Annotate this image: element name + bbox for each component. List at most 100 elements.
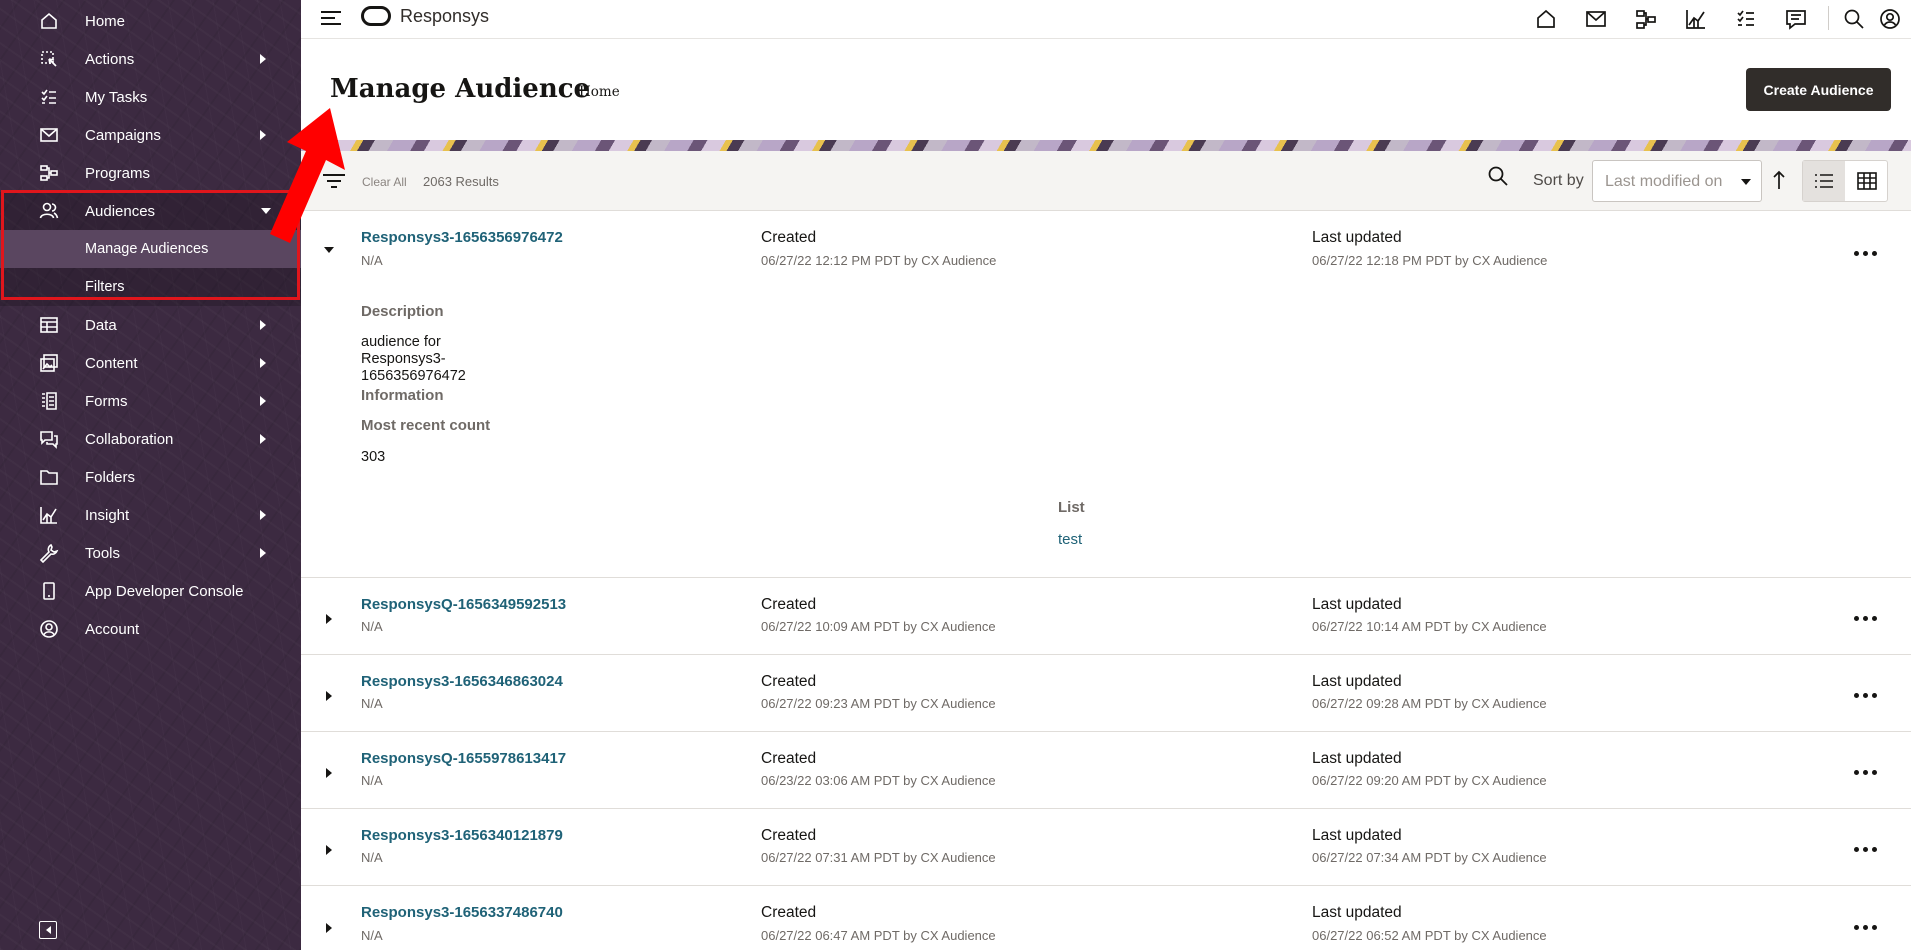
created-label: Created (761, 229, 817, 246)
updated-value: 06/27/22 09:28 AM PDT by CX Audience (1312, 696, 1547, 711)
sidebar-item-label: Collaboration (85, 430, 174, 448)
breadcrumb-home[interactable]: Home (579, 84, 620, 100)
sidebar-item-label: Content (85, 354, 138, 372)
sidebar-item-tools[interactable]: Tools (0, 534, 301, 572)
programs-icon (38, 162, 60, 184)
sidebar-item-label: Forms (85, 392, 128, 410)
chat-icon[interactable] (1783, 6, 1809, 32)
audience-subtext: N/A (361, 619, 383, 634)
more-options-icon[interactable] (1854, 250, 1878, 258)
list-link[interactable]: test (1058, 531, 1082, 548)
sidebar-item-programs[interactable]: Programs (0, 154, 301, 192)
home-icon[interactable] (1533, 6, 1559, 32)
user-avatar-icon[interactable] (1877, 6, 1903, 32)
list-item: Responsys3-1656340121879 N/A Created 06/… (301, 809, 1911, 886)
mail-icon[interactable] (1583, 6, 1609, 32)
chart-icon[interactable] (1683, 6, 1709, 32)
sidebar-item-label: Insight (85, 506, 130, 524)
audience-name-link[interactable]: ResponsysQ-1656349592513 (361, 596, 566, 613)
sidebar-item-actions[interactable]: Actions (0, 40, 301, 78)
results-count: 2063 Results (423, 174, 499, 189)
audience-name-link[interactable]: Responsys3-1656346863024 (361, 673, 563, 690)
list-view-icon[interactable] (1803, 161, 1845, 201)
audience-name-link[interactable]: Responsys3-1656356976472 (361, 229, 563, 246)
wrench-icon (38, 542, 60, 564)
sidebar-item-collaboration[interactable]: Collaboration (0, 420, 301, 458)
updated-label: Last updated (1312, 750, 1402, 767)
sort-select[interactable]: Last modified on (1592, 160, 1762, 202)
information-label: Information (361, 387, 444, 404)
sort-ascending-icon[interactable] (1771, 169, 1787, 191)
description-text: audience for Responsys3-1656356976472 (361, 334, 466, 384)
sidebar-item-account[interactable]: Account (0, 610, 301, 648)
search-icon[interactable] (1841, 6, 1867, 32)
sidebar-item-label: Actions (85, 50, 135, 68)
search-icon[interactable] (1487, 165, 1511, 189)
created-label: Created (761, 827, 817, 844)
sidebar-item-content[interactable]: Content (0, 344, 301, 382)
updated-value: 06/27/22 12:18 PM PDT by CX Audience (1312, 253, 1548, 268)
updated-label: Last updated (1312, 827, 1402, 844)
expand-row-icon[interactable] (326, 614, 332, 624)
updated-value: 06/27/22 07:34 AM PDT by CX Audience (1312, 850, 1547, 865)
table-icon (38, 314, 60, 336)
more-options-icon[interactable] (1854, 846, 1878, 854)
create-audience-button[interactable]: Create Audience (1746, 68, 1891, 111)
audience-subtext: N/A (361, 253, 383, 268)
sidebar-subitem-manage-audiences[interactable]: Manage Audiences (0, 230, 301, 268)
sidebar-subitem-filters[interactable]: Filters (0, 268, 301, 306)
programs-icon[interactable] (1633, 6, 1659, 32)
created-value: 06/27/22 10:09 AM PDT by CX Audience (761, 619, 996, 634)
audience-subtext: N/A (361, 850, 383, 865)
expand-row-icon[interactable] (326, 923, 332, 933)
sidebar-item-folders[interactable]: Folders (0, 458, 301, 496)
collapse-sidebar-icon[interactable] (39, 921, 57, 939)
audience-subtext: N/A (361, 928, 383, 943)
divider (1828, 6, 1829, 30)
chevron-right-icon (260, 434, 266, 444)
chevron-right-icon (260, 54, 266, 64)
expand-row-icon[interactable] (326, 768, 332, 778)
sidebar-item-audiences[interactable]: Audiences (0, 192, 301, 230)
clear-all-link[interactable]: Clear All (362, 175, 407, 189)
more-options-icon[interactable] (1854, 769, 1878, 777)
updated-value: 06/27/22 09:20 AM PDT by CX Audience (1312, 773, 1547, 788)
sidebar-item-data[interactable]: Data (0, 306, 301, 344)
sidebar-item-home[interactable]: Home (0, 2, 301, 40)
sidebar-item-campaigns[interactable]: Campaigns (0, 116, 301, 154)
sidebar-item-insight[interactable]: Insight (0, 496, 301, 534)
chevron-right-icon (260, 320, 266, 330)
more-options-icon[interactable] (1854, 924, 1878, 932)
audience-name-link[interactable]: Responsys3-1656340121879 (361, 827, 563, 844)
more-options-icon[interactable] (1854, 615, 1878, 623)
sidebar-item-label: Data (85, 316, 117, 334)
created-value: 06/27/22 07:31 AM PDT by CX Audience (761, 850, 996, 865)
updated-label: Last updated (1312, 904, 1402, 921)
updated-value: 06/27/22 10:14 AM PDT by CX Audience (1312, 619, 1547, 634)
more-options-icon[interactable] (1854, 692, 1878, 700)
expand-row-icon[interactable] (326, 691, 332, 701)
collapse-row-icon[interactable] (324, 247, 334, 253)
list-item: ResponsysQ-1655978613417 N/A Created 06/… (301, 732, 1911, 809)
table-view-icon[interactable] (1846, 161, 1888, 201)
created-label: Created (761, 596, 817, 613)
audience-subtext: N/A (361, 696, 383, 711)
audience-name-link[interactable]: Responsys3-1656337486740 (361, 904, 563, 921)
sidebar-item-my-tasks[interactable]: My Tasks (0, 78, 301, 116)
sidebar-subitem-label: Manage Audiences (85, 241, 209, 257)
filter-icon[interactable] (323, 171, 345, 191)
sidebar-item-forms[interactable]: Forms (0, 382, 301, 420)
audience-name-link[interactable]: ResponsysQ-1655978613417 (361, 750, 566, 767)
sidebar-item-label: Tools (85, 544, 121, 562)
list-item: Responsys3-1656337486740 N/A Created 06/… (301, 886, 1911, 950)
sidebar: Home Actions My Tasks Campaigns Programs… (0, 0, 301, 950)
description-label: Description (361, 303, 444, 320)
tasks-icon[interactable] (1733, 6, 1759, 32)
hamburger-menu-icon[interactable] (321, 9, 343, 27)
sidebar-item-app-developer-console[interactable]: App Developer Console (0, 572, 301, 610)
users-icon (38, 200, 60, 222)
expand-row-icon[interactable] (326, 845, 332, 855)
view-toggle (1802, 160, 1888, 202)
audience-list: Responsys3-1656356976472 N/A Created 06/… (301, 212, 1911, 950)
updated-label: Last updated (1312, 596, 1402, 613)
